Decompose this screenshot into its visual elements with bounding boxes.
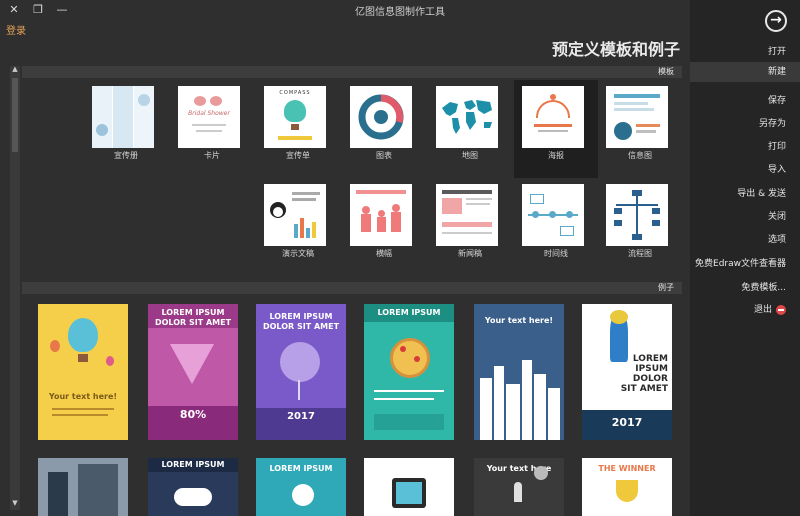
scroll-up-arrow-icon[interactable]: ▲ [10, 64, 20, 74]
templates-section-header: 模板 [22, 66, 682, 78]
template-card-thumbnail: Bridal Shower [178, 86, 240, 148]
sidebar-item-export-send[interactable]: 导出 & 发送 [737, 186, 786, 199]
sidebar-item-open[interactable]: 打开 [768, 44, 786, 57]
examples-section-header: 例子 [22, 282, 682, 294]
example-flower-poster[interactable]: LOREM IPSUM DOLOR SIT AMET 2017 [256, 304, 346, 440]
example-title: LOREM IPSUM DOLOR SIT AMET [154, 308, 232, 327]
template-tile-card[interactable]: Bridal Shower 卡片 [170, 80, 254, 178]
example-space-poster[interactable]: Your text here [474, 458, 564, 516]
template-tile-poster[interactable]: 海报 [514, 80, 598, 178]
template-map-thumbnail [436, 86, 498, 148]
template-brochure-thumbnail [92, 86, 154, 148]
donut-chart-icon [358, 94, 404, 140]
template-timeline-thumbnail [522, 184, 584, 246]
example-title: THE WINNER [598, 464, 656, 473]
example-title: LOREM IPSUM [269, 464, 333, 473]
card-thumb-text: Bridal Shower [188, 110, 230, 117]
template-flyer-thumbnail: COMPASS [264, 86, 326, 148]
exit-icon [776, 304, 786, 315]
template-tile-flowchart[interactable]: 流程图 [598, 178, 682, 276]
page-title: 预定义模板和例子 [551, 40, 680, 59]
world-map-icon [442, 100, 492, 134]
template-label-poster: 海报 [548, 151, 564, 160]
sidebar-item-save[interactable]: 保存 [768, 93, 786, 106]
example-city-poster[interactable]: Your text here! [474, 304, 564, 440]
template-tile-timeline[interactable]: 时间线 [514, 178, 598, 276]
template-banner-thumbnail [350, 184, 412, 246]
example-photo-poster[interactable] [38, 458, 128, 516]
sidebar-item-print[interactable]: 打印 [768, 139, 786, 152]
template-poster-thumbnail [522, 86, 584, 148]
sidebar-item-import[interactable]: 导入 [768, 162, 786, 175]
template-presentation-thumbnail [264, 184, 326, 246]
template-label-map: 地图 [462, 151, 478, 160]
example-title: LOREM IPSUM [377, 308, 441, 317]
template-label-flowchart: 流程图 [628, 249, 652, 258]
template-label-flyer: 宣传单 [286, 151, 310, 160]
window-title: 亿图信息图制作工具 [355, 7, 445, 18]
example-family-poster[interactable]: LOREM IPSUM [256, 458, 346, 516]
template-label-presentation: 演示文稿 [282, 249, 314, 258]
template-label-brochure: 宣传册 [114, 151, 138, 160]
template-newsletter-thumbnail [436, 184, 498, 246]
template-label-banner: 横幅 [376, 249, 392, 258]
sidebar-item-free-viewer[interactable]: 免费Edraw文件查看器 [695, 256, 786, 269]
arrow-right-icon: → [770, 12, 782, 28]
scroll-down-arrow-icon[interactable]: ▼ [10, 498, 20, 508]
template-tile-brochure[interactable]: 宣传册 [84, 80, 168, 178]
flyer-thumb-text: COMPASS [279, 90, 311, 96]
example-tablet-poster[interactable] [364, 458, 454, 516]
sidebar-item-options[interactable]: 选项 [768, 232, 786, 245]
example-cloud-poster[interactable]: LOREM IPSUM [148, 458, 238, 516]
example-subtitle: 2017 [287, 411, 315, 422]
example-title: Your text here! [484, 316, 554, 325]
example-subtitle: 2017 [611, 416, 643, 429]
template-label-timeline: 时间线 [544, 249, 568, 258]
template-tile-map[interactable]: 地图 [428, 80, 512, 178]
example-balloon-poster[interactable]: Your text here! [38, 304, 128, 440]
scrollbar-thumb[interactable] [12, 78, 18, 152]
sidebar-item-new[interactable]: 新建 [690, 62, 800, 82]
template-label-infographic: 信息图 [628, 151, 652, 160]
templates-section-label: 模板 [658, 67, 674, 76]
example-title: Your text here! [48, 392, 118, 401]
title-bar: ✕ ❐ — 亿图信息图制作工具 [0, 0, 800, 20]
template-chart-thumbnail [350, 86, 412, 148]
template-infographic-thumbnail [606, 86, 668, 148]
template-flowchart-thumbnail [606, 184, 668, 246]
sidebar-item-exit[interactable]: 退出 [754, 302, 786, 315]
template-tile-chart[interactable]: 图表 [342, 80, 426, 178]
template-tile-newsletter[interactable]: 新闻稿 [428, 178, 512, 276]
sidebar-item-save-as[interactable]: 另存为 [759, 116, 786, 129]
example-diamond-poster[interactable]: LOREM IPSUM DOLOR SIT AMET 80% [148, 304, 238, 440]
sidebar-item-close[interactable]: 关闭 [768, 209, 786, 222]
examples-section-label: 例子 [658, 283, 674, 292]
example-parrot-poster[interactable]: LOREM IPSUM DOLOR SIT AMET 2017 [582, 304, 672, 440]
example-title: LOREM IPSUM [161, 460, 225, 469]
sidebar-item-free-templates[interactable]: 免费模板... [741, 280, 786, 293]
login-link[interactable]: 登录 [6, 22, 26, 37]
template-label-card: 卡片 [204, 151, 220, 160]
example-title: LOREM IPSUM DOLOR SIT AMET [620, 354, 668, 394]
back-button[interactable]: → [765, 10, 787, 32]
example-title: LOREM IPSUM DOLOR SIT AMET [262, 312, 340, 331]
example-pizza-poster[interactable]: LOREM IPSUM [364, 304, 454, 440]
example-winner-poster[interactable]: THE WINNER [582, 458, 672, 516]
template-tile-flyer[interactable]: COMPASS 宣传单 [256, 80, 340, 178]
template-tile-banner[interactable]: 横幅 [342, 178, 426, 276]
sidebar-item-exit-label: 退出 [753, 305, 772, 315]
template-label-chart: 图表 [376, 151, 392, 160]
template-tile-presentation[interactable]: 演示文稿 [256, 178, 340, 276]
template-label-newsletter: 新闻稿 [458, 249, 482, 258]
example-subtitle: 80% [179, 408, 207, 421]
template-tile-infographic[interactable]: 信息图 [598, 80, 682, 178]
